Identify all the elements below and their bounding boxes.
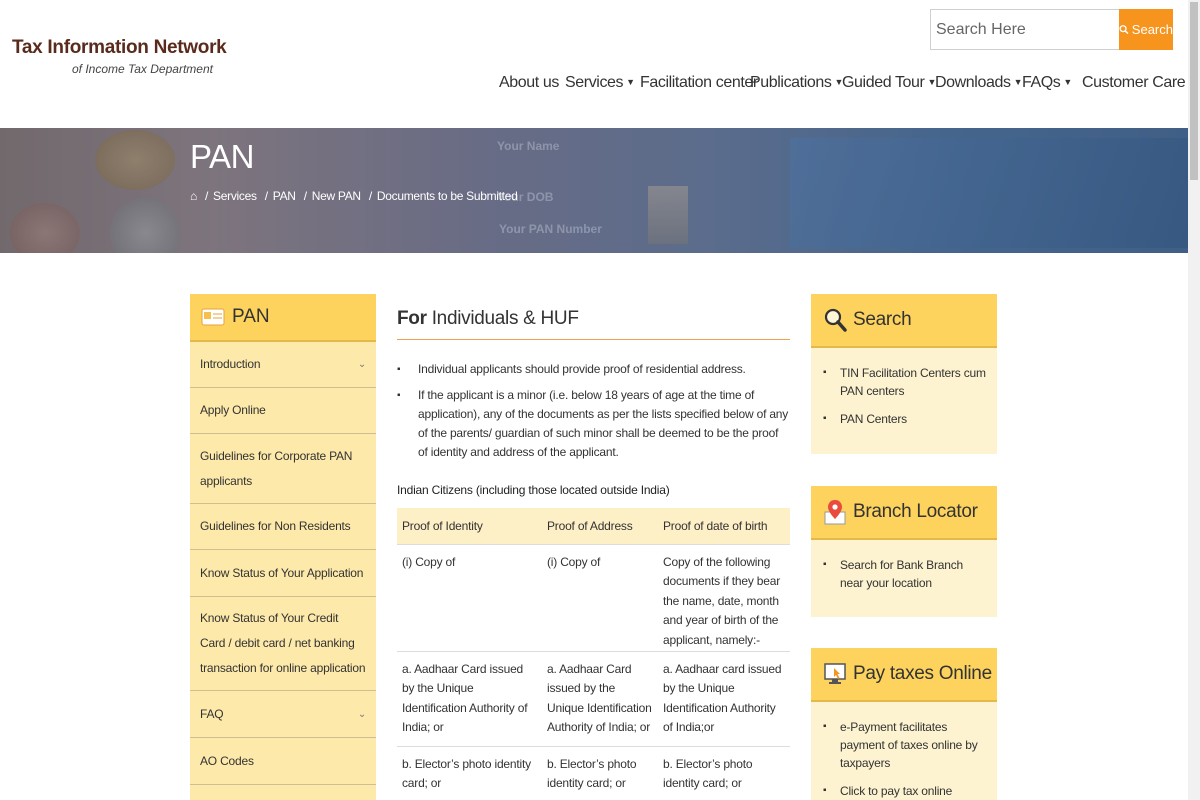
link-tin-facilitation-centers[interactable]: TIN Facilitation Centers cum PAN centers: [823, 364, 987, 400]
table-cell: a. Aadhaar Card issued by the Unique Ide…: [542, 650, 658, 746]
home-icon[interactable]: ⌂: [190, 189, 197, 203]
sidebar-item-ao-codes[interactable]: AO Codes: [190, 738, 376, 785]
sidebar-item-corporate-guidelines[interactable]: Guidelines for Corporate PAN applicants: [190, 434, 376, 504]
magnifier-icon: [824, 308, 847, 332]
table-cell: (i) Copy of: [542, 543, 658, 651]
nav-guided-tour[interactable]: Guided Tour ▼: [842, 74, 936, 92]
logo-title[interactable]: Tax Information Network: [12, 37, 227, 59]
nav-downloads[interactable]: Downloads ▼: [935, 74, 1022, 92]
column-header: Proof of Identity: [397, 508, 542, 544]
nav-customer-care[interactable]: Customer Care▼: [1082, 74, 1197, 92]
nav-services[interactable]: Services ▼: [565, 74, 635, 92]
list-item: Individual applicants should provide pro…: [397, 360, 777, 379]
caret-down-icon: ▼: [1013, 77, 1023, 87]
nav-facilitation-center[interactable]: Facilitation center: [640, 74, 758, 92]
pay-taxes-heading: Pay taxes Online: [811, 648, 997, 702]
table-cell: b. Elector’s photo identity card; or: [658, 745, 790, 800]
pan-card-icon: [201, 308, 225, 326]
map-pin-icon: [824, 500, 846, 525]
section-heading: For Individuals & HUF: [397, 294, 790, 340]
monitor-click-icon: [824, 663, 846, 684]
main-nav: About us Services ▼ Facilitation center P…: [0, 74, 1197, 96]
column-header: Proof of Address: [542, 508, 658, 544]
nav-publications[interactable]: Publications ▼: [750, 74, 843, 92]
site-header: Tax Information Network of Income Tax De…: [0, 0, 1197, 128]
sidebar-item-application-status[interactable]: Know Status of Your Application: [190, 550, 376, 597]
nav-faqs[interactable]: FAQs ▼: [1022, 74, 1072, 92]
sidebar-item-faq[interactable]: FAQ ⌄: [190, 691, 376, 738]
page-banner: Your Name Your DOB Your PAN Number: [0, 128, 1188, 253]
breadcrumb-current: Documents to be Submitted: [376, 189, 518, 203]
page-scrollbar[interactable]: [1188, 0, 1200, 800]
table-cell: (i) Copy of: [397, 543, 542, 651]
table-cell: Copy of the following documents if they …: [658, 543, 790, 651]
caret-down-icon: ▼: [1063, 77, 1072, 87]
sidebar-item-introduction[interactable]: Introduction ⌄: [190, 342, 376, 388]
table-subheading: Indian Citizens (including those located…: [397, 483, 670, 497]
link-bank-branch-search[interactable]: Search for Bank Branch near your locatio…: [823, 556, 987, 592]
search-button[interactable]: Search: [1119, 9, 1173, 50]
search-icon: [1119, 25, 1129, 35]
breadcrumb-pan[interactable]: PAN: [273, 189, 296, 203]
chevron-down-icon: ⌄: [357, 708, 366, 720]
page-title: PAN: [190, 138, 254, 175]
branch-locator-heading: Branch Locator: [811, 486, 997, 540]
link-pay-tax-online[interactable]: Click to pay tax online: [823, 782, 987, 800]
branch-locator-widget: Branch Locator Search for Bank Branch ne…: [811, 486, 997, 617]
pan-sidebar: PAN Introduction ⌄ Apply Online Guideline…: [190, 294, 376, 800]
breadcrumb-new-pan[interactable]: New PAN: [312, 189, 361, 203]
table-row: a. Aadhaar Card issued by the Unique Ide…: [397, 650, 790, 746]
search-box: [930, 9, 1120, 50]
table-cell: a. Aadhaar card issued by the Unique Ide…: [658, 650, 790, 746]
breadcrumb: ⌂ / Services / PAN / New PAN / Documents to …: [190, 189, 518, 203]
table-header-row: Proof of Identity Proof of Address Proof…: [397, 508, 790, 544]
table-cell: b. Elector’s photo identity card; or: [397, 745, 542, 800]
table-cell: a. Aadhaar Card issued by the Unique Ide…: [397, 650, 542, 746]
sidebar-item-payment-status[interactable]: Know Status of Your Credit Card / debit …: [190, 597, 376, 691]
search-input[interactable]: [936, 20, 1116, 39]
nav-about-us[interactable]: About us: [499, 74, 559, 92]
main-content: For Individuals & HUF Individual applica…: [397, 294, 790, 800]
search-widget-heading: Search: [811, 294, 997, 348]
search-widget: Search TIN Facilitation Centers cum PAN …: [811, 294, 997, 454]
column-header: Proof of date of birth: [658, 508, 790, 544]
list-item: If the applicant is a minor (i.e. below …: [397, 386, 790, 462]
documents-table: Proof of Identity Proof of Address Proof…: [397, 508, 790, 800]
sidebar-item-non-residents[interactable]: Guidelines for Non Residents: [190, 504, 376, 550]
table-row: (i) Copy of (i) Copy of Copy of the foll…: [397, 543, 790, 651]
link-e-payment[interactable]: e-Payment facilitates payment of taxes o…: [823, 718, 987, 772]
search-button-label: Search: [1131, 22, 1173, 37]
chevron-down-icon: ⌄: [357, 359, 366, 370]
pay-taxes-widget: Pay taxes Online e-Payment facilitates p…: [811, 648, 997, 800]
scrollbar-thumb[interactable]: [1190, 2, 1198, 180]
caret-down-icon: ▼: [626, 77, 635, 87]
link-pan-centers[interactable]: PAN Centers: [823, 410, 987, 428]
breadcrumb-services[interactable]: Services: [213, 189, 257, 203]
banner-overlay: [0, 128, 1188, 253]
sidebar-item-apply-online[interactable]: Apply Online: [190, 388, 376, 434]
table-cell: b. Elector’s photo identity card; or: [542, 745, 658, 800]
pan-sidebar-heading: PAN: [190, 294, 376, 342]
table-row: b. Elector’s photo identity card; or b. …: [397, 745, 790, 800]
